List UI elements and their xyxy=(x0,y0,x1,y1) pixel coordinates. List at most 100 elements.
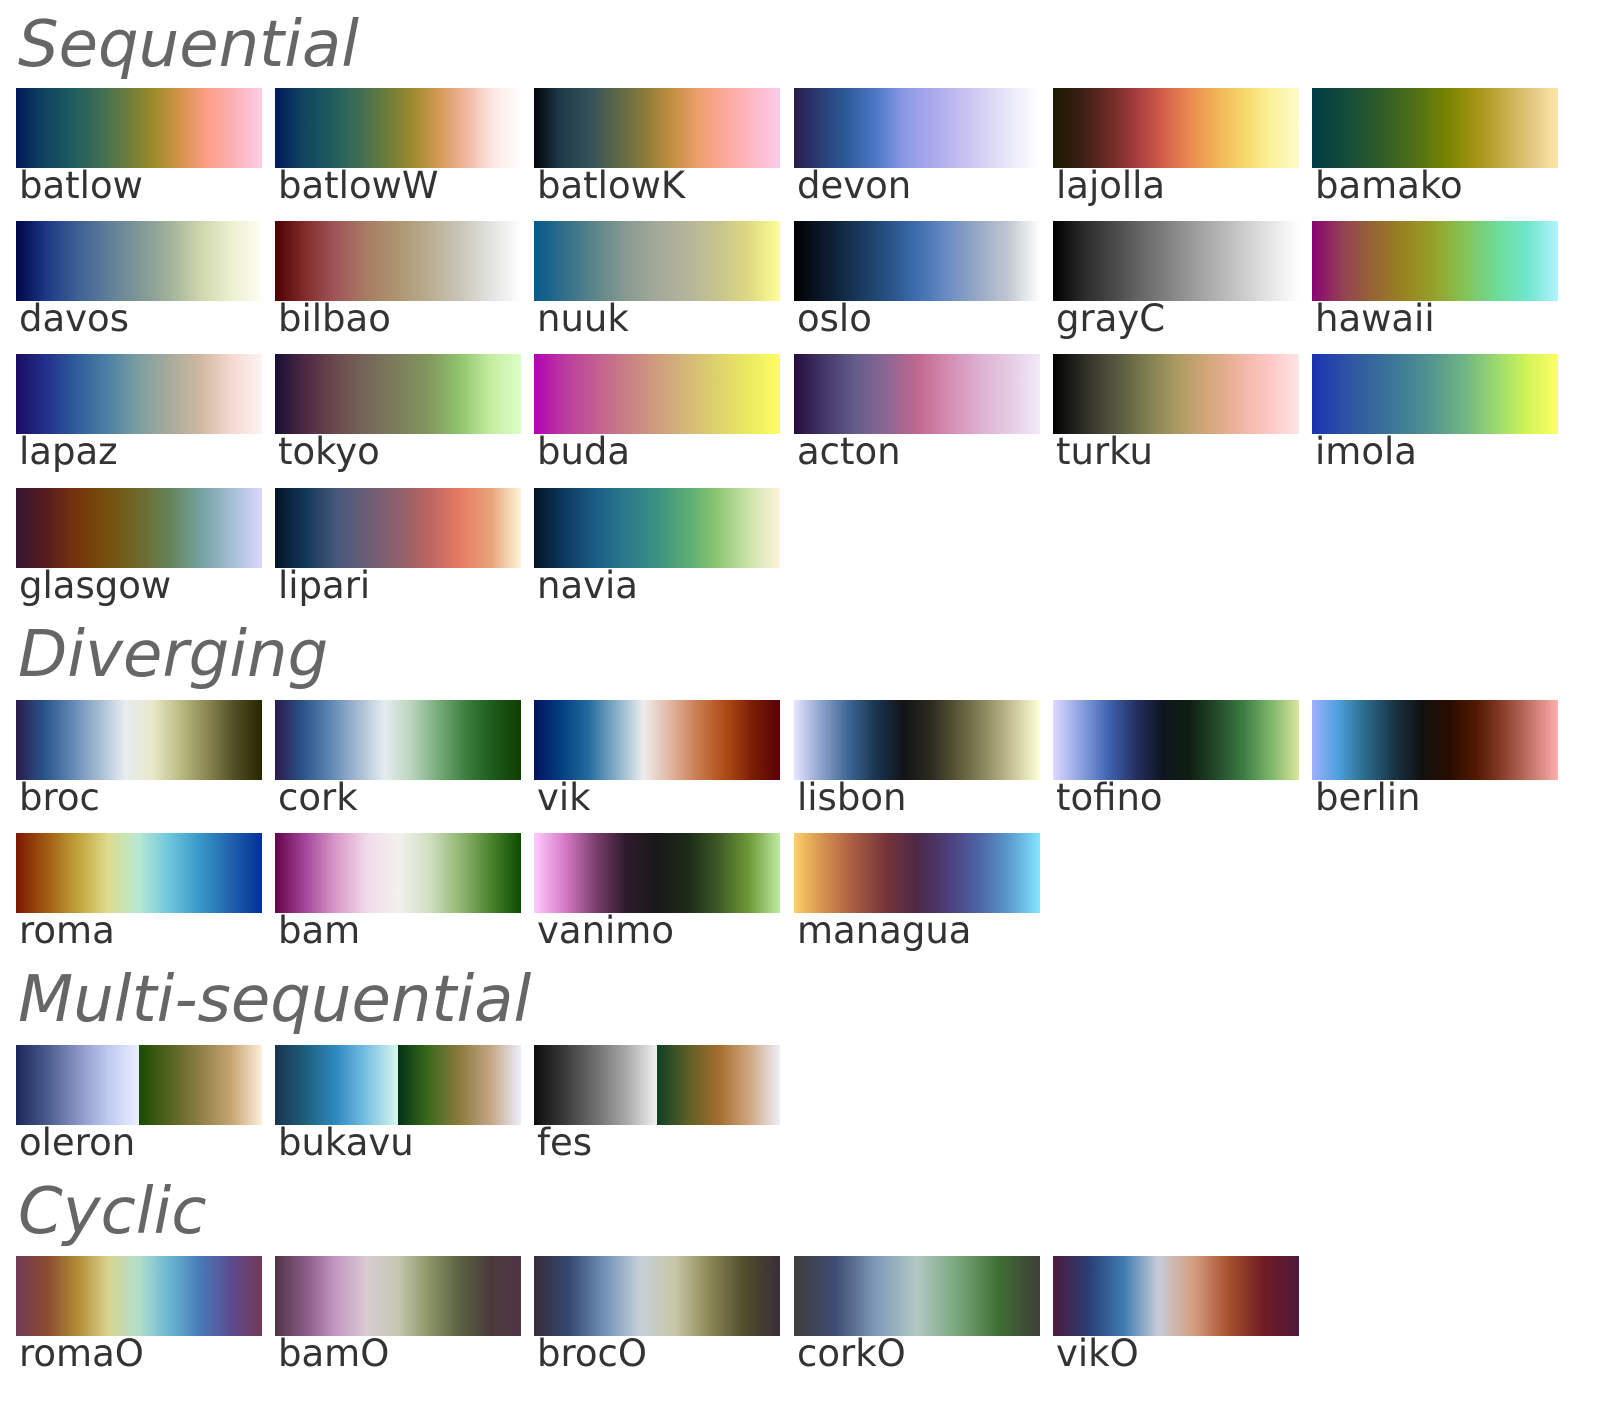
colormap-bar xyxy=(16,488,262,568)
colormap-bar xyxy=(275,833,521,913)
colormap-swatch: davos xyxy=(16,221,262,337)
colormap-bar xyxy=(16,221,262,301)
colormap-bar xyxy=(794,221,1040,301)
colormap-bar xyxy=(16,88,262,168)
colormap-name: roma xyxy=(19,909,115,952)
colormap-swatch: batlow xyxy=(16,88,262,204)
colormap-bar xyxy=(794,354,1040,434)
colormap-name: berlin xyxy=(1315,776,1421,819)
colormap-bar-segment xyxy=(657,1045,780,1125)
colormap-name: fes xyxy=(537,1121,593,1164)
colormap-swatch: bamO xyxy=(275,1256,521,1372)
colormap-bar-segment xyxy=(534,1045,657,1125)
section-title: Diverging xyxy=(18,618,329,692)
colormap-swatch: oslo xyxy=(794,221,1040,337)
colormap-bar xyxy=(16,700,262,780)
colormap-bar xyxy=(1053,221,1299,301)
section-title: Sequential xyxy=(18,8,359,82)
colormap-name: cork xyxy=(278,776,358,819)
colormap-swatch: batlowW xyxy=(275,88,521,204)
colormap-bar xyxy=(1312,88,1558,168)
colormap-bar xyxy=(534,221,780,301)
colormap-bar xyxy=(794,833,1040,913)
colormap-swatch: roma xyxy=(16,833,262,949)
colormap-bar xyxy=(275,700,521,780)
colormap-name: glasgow xyxy=(19,564,172,607)
colormap-name: broc xyxy=(19,776,100,819)
colormap-bar xyxy=(16,833,262,913)
colormap-swatch: brocO xyxy=(534,1256,780,1372)
colormap-swatch: lipari xyxy=(275,488,521,604)
colormap-name: buda xyxy=(537,430,631,473)
colormap-bar xyxy=(16,1045,262,1125)
colormap-name: hawaii xyxy=(1315,297,1435,340)
colormap-swatch: hawaii xyxy=(1312,221,1558,337)
colormap-swatch: tokyo xyxy=(275,354,521,470)
colormap-name: brocO xyxy=(537,1332,647,1375)
colormap-swatch: bukavu xyxy=(275,1045,521,1161)
colormap-swatch: vanimo xyxy=(534,833,780,949)
colormap-swatch: turku xyxy=(1053,354,1299,470)
colormap-swatch: bam xyxy=(275,833,521,949)
colormap-swatch: lapaz xyxy=(16,354,262,470)
colormap-swatch: vikO xyxy=(1053,1256,1299,1372)
colormap-swatch: imola xyxy=(1312,354,1558,470)
colormap-swatch: berlin xyxy=(1312,700,1558,816)
colormap-name: vikO xyxy=(1056,1332,1139,1375)
colormap-bar xyxy=(794,700,1040,780)
colormap-bar xyxy=(275,88,521,168)
colormap-name: vanimo xyxy=(537,909,674,952)
colormap-name: tofino xyxy=(1056,776,1163,819)
colormap-bar-segment xyxy=(16,1045,139,1125)
colormap-name: grayC xyxy=(1056,297,1166,340)
colormap-swatch: corkO xyxy=(794,1256,1040,1372)
colormap-name: bam xyxy=(278,909,361,952)
colormap-name: vik xyxy=(537,776,591,819)
colormap-name: bamO xyxy=(278,1332,390,1375)
section-title: Multi-sequential xyxy=(18,963,532,1037)
colormap-swatch: bilbao xyxy=(275,221,521,337)
colormap-swatch: vik xyxy=(534,700,780,816)
colormap-swatch: nuuk xyxy=(534,221,780,337)
colormap-bar xyxy=(16,354,262,434)
colormap-name: lipari xyxy=(278,564,371,607)
colormap-bar xyxy=(275,1045,521,1125)
colormap-name: navia xyxy=(537,564,638,607)
colormap-swatch: broc xyxy=(16,700,262,816)
colormap-bar xyxy=(534,700,780,780)
colormap-swatch: acton xyxy=(794,354,1040,470)
colormap-name: batlow xyxy=(19,164,143,207)
colormap-bar xyxy=(534,833,780,913)
colormap-bar xyxy=(534,354,780,434)
colormap-bar-segment xyxy=(275,1045,398,1125)
colormap-name: tokyo xyxy=(278,430,380,473)
colormap-bar xyxy=(275,221,521,301)
colormap-bar xyxy=(1053,88,1299,168)
colormap-name: lisbon xyxy=(797,776,907,819)
colormap-swatch: glasgow xyxy=(16,488,262,604)
colormap-name: lapaz xyxy=(19,430,118,473)
colormap-bar xyxy=(275,1256,521,1336)
colormap-swatch: lajolla xyxy=(1053,88,1299,204)
section-title: Cyclic xyxy=(18,1175,207,1249)
colormap-swatch: buda xyxy=(534,354,780,470)
colormap-name: devon xyxy=(797,164,912,207)
colormap-bar xyxy=(275,488,521,568)
colormap-name: nuuk xyxy=(537,297,629,340)
colormap-bar xyxy=(794,88,1040,168)
colormap-name: managua xyxy=(797,909,972,952)
colormap-swatch: grayC xyxy=(1053,221,1299,337)
colormap-bar-segment xyxy=(398,1045,521,1125)
colormap-name: romaO xyxy=(19,1332,144,1375)
colormap-bar xyxy=(1312,221,1558,301)
colormap-bar-segment xyxy=(139,1045,262,1125)
colormap-bar xyxy=(1312,354,1558,434)
colormap-bar xyxy=(16,1256,262,1336)
colormap-swatch: fes xyxy=(534,1045,780,1161)
colormap-bar xyxy=(534,1045,780,1125)
colormap-name: lajolla xyxy=(1056,164,1166,207)
colormap-bar xyxy=(534,88,780,168)
colormap-name: davos xyxy=(19,297,129,340)
colormap-swatch: devon xyxy=(794,88,1040,204)
colormap-name: oslo xyxy=(797,297,872,340)
